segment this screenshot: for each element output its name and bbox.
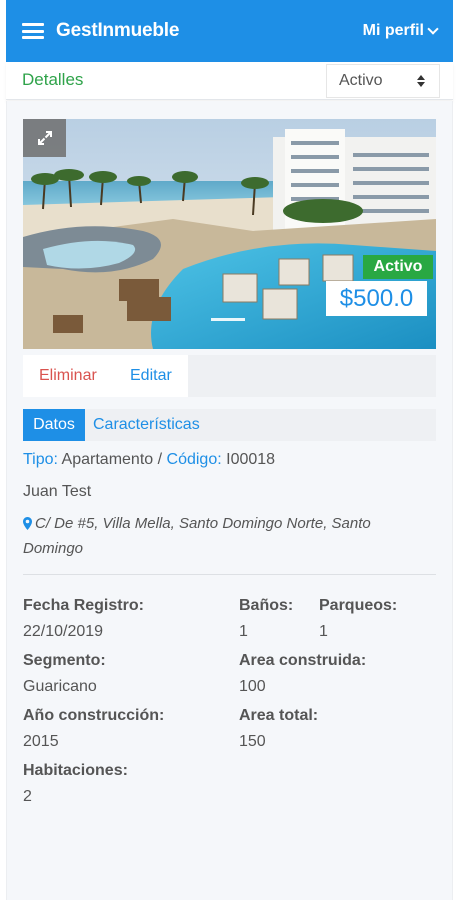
status-select-value: Activo bbox=[339, 72, 383, 89]
owner-name: Juan Test bbox=[23, 483, 92, 500]
price-tag: $500.0 bbox=[326, 281, 427, 316]
address-line: C/ De #5, Villa Mella, Santo Domingo Nor… bbox=[23, 512, 423, 560]
status-select[interactable]: Activo bbox=[326, 64, 440, 98]
chevron-down-icon bbox=[427, 22, 439, 35]
address-text: C/ De #5, Villa Mella, Santo Domingo Nor… bbox=[23, 515, 371, 557]
field-area-total: Area total: 150 bbox=[239, 707, 318, 751]
field-value: 1 bbox=[319, 623, 328, 640]
edit-button[interactable]: Editar bbox=[130, 367, 172, 385]
field-label: Area total: bbox=[239, 707, 319, 724]
field-label: Fecha Registro: bbox=[23, 597, 144, 614]
property-photo: Activo $500.0 bbox=[23, 119, 436, 349]
field-value: 100 bbox=[239, 678, 266, 695]
type-code-line: Tipo: Apartamento / Código: I00018 bbox=[23, 451, 275, 469]
delete-button[interactable]: Eliminar bbox=[39, 367, 97, 385]
expand-icon[interactable] bbox=[23, 119, 66, 157]
field-label: Habitaciones: bbox=[23, 762, 128, 779]
code-label: Código: bbox=[166, 451, 222, 468]
field-label: Año construcción: bbox=[23, 707, 165, 724]
field-parqueos: Parqueos: 1 bbox=[319, 597, 397, 641]
action-button-group: Eliminar Editar bbox=[23, 355, 188, 397]
brand-title[interactable]: GestInmueble bbox=[56, 20, 179, 42]
detail-tabs: Datos Características bbox=[23, 409, 436, 441]
field-fecha-registro: Fecha Registro: 22/10/2019 bbox=[23, 597, 144, 641]
status-badge: Activo bbox=[363, 255, 433, 279]
field-segmento: Segmento: Guaricano bbox=[23, 652, 106, 696]
field-value: Guaricano bbox=[23, 678, 97, 695]
field-value: 2 bbox=[23, 788, 32, 805]
hamburger-menu-icon[interactable] bbox=[22, 23, 44, 39]
section-divider bbox=[23, 574, 436, 575]
main-content: Activo $500.0 Eliminar Editar Datos Cara… bbox=[6, 101, 453, 900]
field-value: 2015 bbox=[23, 733, 59, 750]
field-value: 1 bbox=[239, 623, 248, 640]
field-label: Parqueos: bbox=[319, 597, 398, 614]
type-value: Apartamento bbox=[61, 451, 154, 468]
field-anio-construccion: Año construcción: 2015 bbox=[23, 707, 164, 751]
code-value: I00018 bbox=[226, 451, 276, 468]
map-marker-icon bbox=[23, 514, 32, 537]
page-title: Detalles bbox=[22, 70, 84, 89]
field-area-construida: Area construida: 100 bbox=[239, 652, 366, 696]
top-navbar: GestInmueble Mi perfil bbox=[6, 0, 453, 62]
field-label: Area construida: bbox=[239, 652, 367, 669]
field-value: 22/10/2019 bbox=[23, 623, 104, 640]
tab-caracteristicas[interactable]: Características bbox=[85, 409, 208, 441]
profile-menu-button[interactable]: Mi perfil bbox=[362, 22, 439, 40]
type-label: Tipo: bbox=[23, 451, 58, 468]
separator: / bbox=[157, 451, 163, 468]
field-banos: Baños: 1 bbox=[239, 597, 293, 641]
field-label: Segmento: bbox=[23, 652, 106, 669]
sort-arrows-icon bbox=[417, 74, 425, 88]
tab-datos[interactable]: Datos bbox=[23, 409, 85, 441]
field-value: 150 bbox=[239, 733, 266, 750]
field-habitaciones: Habitaciones: 2 bbox=[23, 762, 128, 806]
sub-header: Detalles Activo bbox=[6, 62, 453, 100]
profile-label: Mi perfil bbox=[362, 22, 424, 39]
action-bar: Eliminar Editar bbox=[23, 355, 436, 397]
field-label: Baños: bbox=[239, 597, 294, 614]
